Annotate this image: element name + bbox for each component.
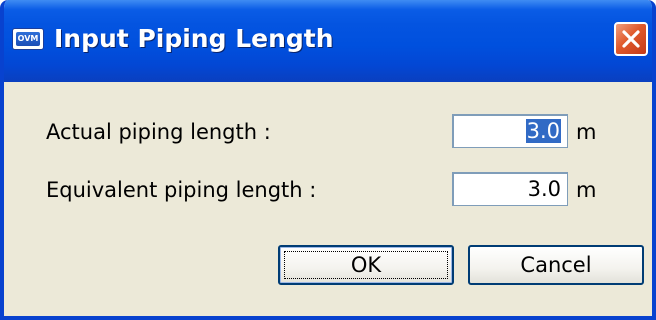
title-bar[interactable]: OVM Input Piping Length (4, 0, 652, 82)
actual-length-label: Actual piping length : (46, 120, 271, 144)
actual-length-value: 3.0 (525, 119, 561, 143)
dialog-window: OVM Input Piping Length Actual piping le… (0, 0, 656, 320)
ok-button[interactable]: OK (278, 245, 454, 285)
actual-length-input[interactable]: 3.0 (452, 114, 568, 148)
focus-indicator (284, 251, 448, 279)
app-icon: OVM (12, 28, 44, 50)
equivalent-length-label: Equivalent piping length : (46, 178, 317, 202)
actual-length-unit: m (576, 120, 597, 144)
cancel-button-label: Cancel (520, 253, 592, 277)
close-x-icon (622, 30, 640, 48)
window-title: Input Piping Length (54, 24, 334, 53)
equivalent-length-input[interactable]: 3.0 (452, 172, 568, 206)
cancel-button[interactable]: Cancel (468, 245, 644, 285)
equivalent-length-value: 3.0 (527, 177, 561, 201)
app-icon-text: OVM (16, 32, 40, 46)
close-button[interactable] (614, 22, 648, 56)
equivalent-length-unit: m (576, 178, 597, 202)
